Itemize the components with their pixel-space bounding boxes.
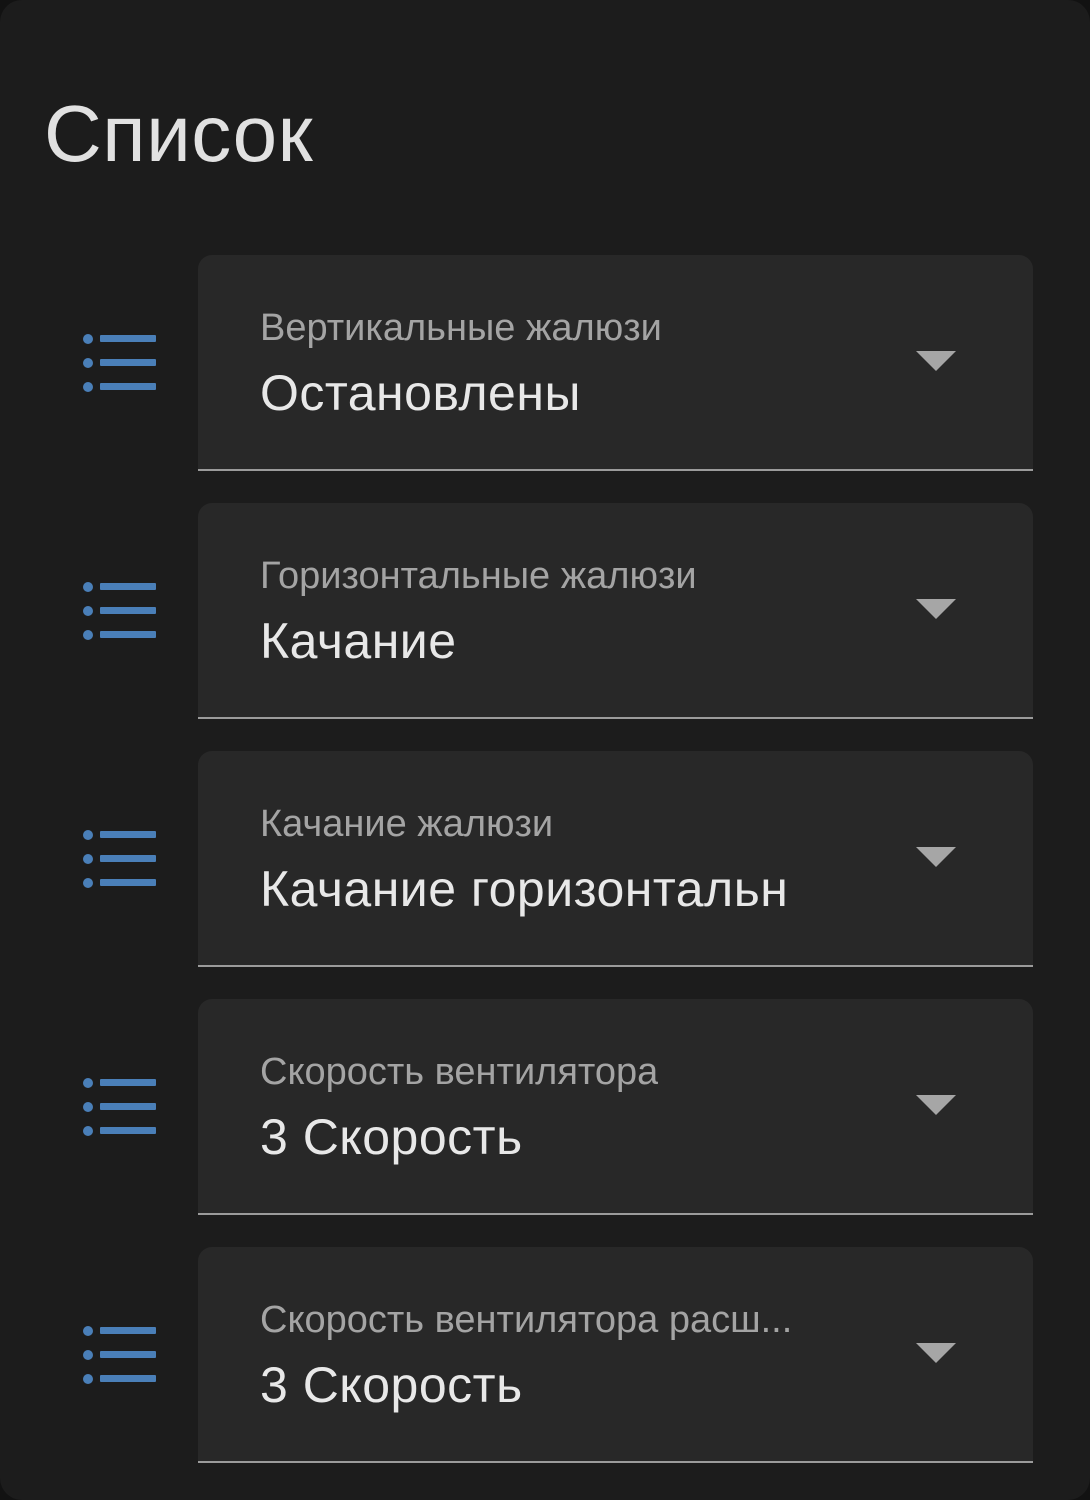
select-value: 3 Скорость: [260, 1109, 523, 1165]
select-value: Качание: [260, 613, 457, 669]
select-label: Скорость вентилятора: [260, 1051, 659, 1093]
select-value: Остановлены: [260, 365, 581, 421]
dropdown-arrow-icon[interactable]: [916, 1095, 956, 1115]
select-row-fan-speed: Скорость вентилятора 3 Скорость: [0, 999, 1090, 1215]
dropdown-arrow-icon[interactable]: [916, 1343, 956, 1363]
select-row-louver-swing: Качание жалюзи Качание горизонтальн: [0, 751, 1090, 967]
format-list-bulleted-icon: [83, 334, 156, 392]
select-row-vertical-louvers: Вертикальные жалюзи Остановлены: [0, 255, 1090, 471]
select-label: Качание жалюзи: [260, 803, 554, 845]
format-list-bulleted-icon: [83, 830, 156, 888]
format-list-bulleted-icon: [83, 582, 156, 640]
select-row-fan-speed-extended: Скорость вентилятора расш... 3 Скорость: [0, 1247, 1090, 1463]
entities-card: Список Вертикальные жалюзи Остановлены Г…: [0, 0, 1090, 1500]
select-field[interactable]: Качание жалюзи Качание горизонтальн: [198, 751, 1033, 967]
select-row-horizontal-louvers: Горизонтальные жалюзи Качание: [0, 503, 1090, 719]
select-field[interactable]: Скорость вентилятора 3 Скорость: [198, 999, 1033, 1215]
select-field[interactable]: Горизонтальные жалюзи Качание: [198, 503, 1033, 719]
dropdown-arrow-icon[interactable]: [916, 599, 956, 619]
select-value: Качание горизонтальн: [260, 861, 789, 917]
select-value: 3 Скорость: [260, 1357, 523, 1413]
select-label: Горизонтальные жалюзи: [260, 555, 697, 597]
format-list-bulleted-icon: [83, 1078, 156, 1136]
format-list-bulleted-icon: [83, 1326, 156, 1384]
select-field[interactable]: Вертикальные жалюзи Остановлены: [198, 255, 1033, 471]
card-title: Список: [44, 89, 314, 178]
select-label: Вертикальные жалюзи: [260, 307, 662, 349]
dropdown-arrow-icon[interactable]: [916, 847, 956, 867]
dropdown-arrow-icon[interactable]: [916, 351, 956, 371]
select-label: Скорость вентилятора расш...: [260, 1299, 793, 1341]
select-field[interactable]: Скорость вентилятора расш... 3 Скорость: [198, 1247, 1033, 1463]
